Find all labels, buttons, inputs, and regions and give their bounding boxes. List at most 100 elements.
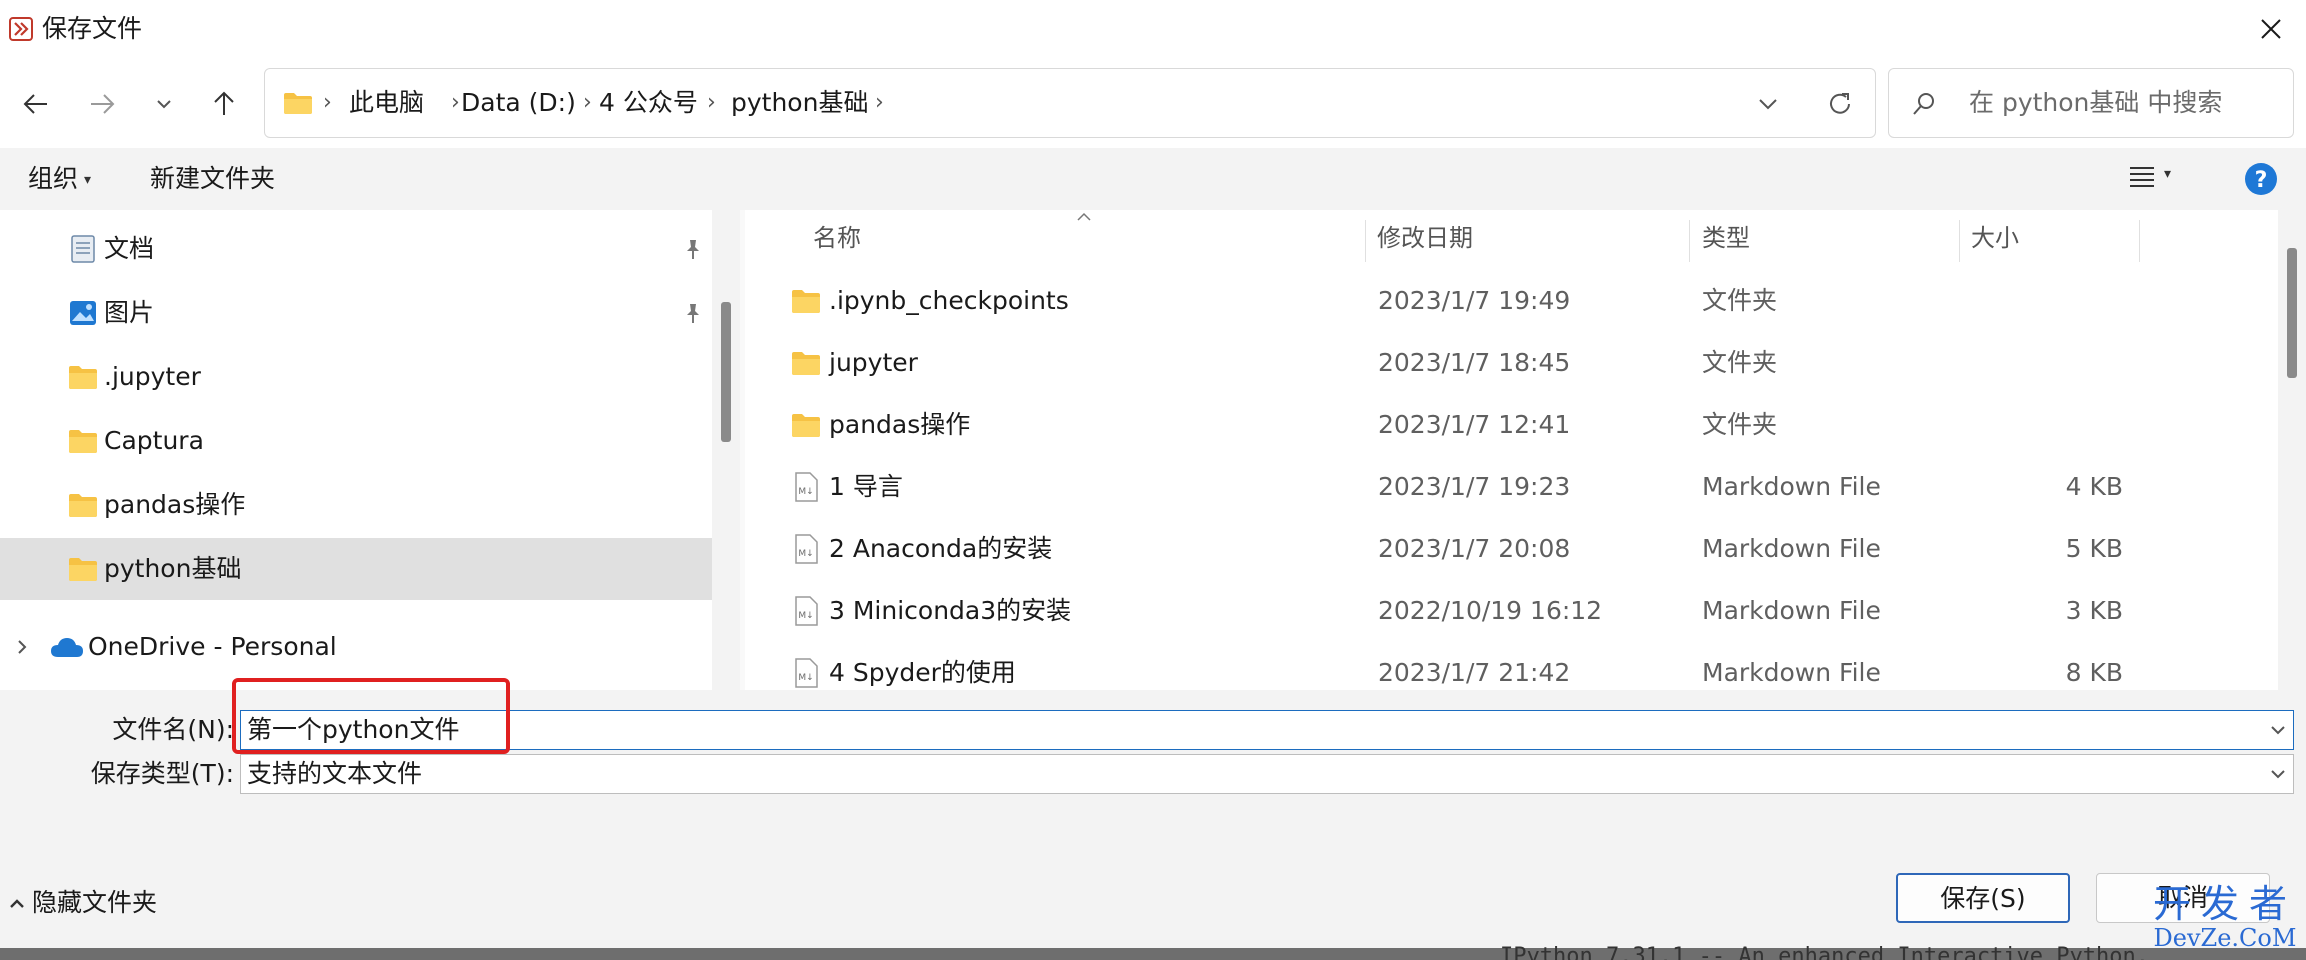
navigation-pane: 文档 图片 .jupyter Captura pandas操作 python基础… [0, 210, 740, 690]
folder-icon [792, 290, 820, 313]
file-row[interactable]: .ipynb_checkpoints 2023/1/7 19:49 文件夹 [745, 270, 2275, 332]
address-bar[interactable]: › 此电脑 › Data (D:) › 4 公众号 › python基础 › [264, 68, 1876, 138]
nav-item-documents[interactable]: 文档 [0, 218, 712, 280]
filetype-select[interactable]: 支持的文本文件 [240, 754, 2294, 794]
nav-item-captura[interactable]: Captura [0, 410, 712, 472]
file-row[interactable]: jupyter 2023/1/7 18:45 文件夹 [745, 332, 2275, 394]
file-type: 文件夹 [1702, 410, 1778, 439]
nav-item-label: .jupyter [104, 362, 201, 391]
breadcrumb-this-pc[interactable]: 此电脑 [349, 69, 424, 137]
refresh-icon[interactable] [1827, 91, 1853, 117]
file-name: pandas操作 [829, 410, 971, 439]
file-date: 2023/1/7 19:49 [1378, 286, 1571, 315]
chevron-up-icon [10, 899, 24, 908]
chevron-right-icon[interactable] [14, 638, 30, 656]
column-header-type[interactable]: 类型 [1702, 210, 1750, 266]
chevron-down-icon[interactable] [2269, 721, 2287, 739]
breadcrumb-python-basics[interactable]: python基础 [731, 69, 868, 137]
arrow-right-icon [91, 94, 115, 114]
nav-item-label: OneDrive - Personal [88, 632, 337, 661]
nav-item-jupyter[interactable]: .jupyter [0, 346, 712, 408]
file-size: 5 KB [2065, 534, 2123, 563]
search-placeholder: 在 python基础 中搜索 [1969, 88, 2223, 117]
cancel-button[interactable]: 取消 [2096, 873, 2270, 923]
column-divider[interactable] [1689, 220, 1690, 262]
file-name: jupyter [829, 348, 918, 377]
folder-icon [69, 366, 97, 389]
caret-down-icon: ▾ [2164, 166, 2172, 182]
file-row[interactable]: pandas操作 2023/1/7 12:41 文件夹 [745, 394, 2275, 456]
nav-item-label: python基础 [104, 554, 242, 583]
search-icon [1913, 93, 1934, 115]
column-divider[interactable] [1959, 220, 1960, 262]
filelist-scrollbar[interactable] [2278, 210, 2306, 690]
organize-menu-button[interactable]: 组织 ▾ [28, 148, 91, 210]
close-button[interactable] [2236, 0, 2306, 58]
breadcrumb-gongzhonghao[interactable]: 4 公众号 [599, 69, 698, 137]
breadcrumb-separator: › [875, 90, 884, 115]
file-row[interactable]: M↓ 1 导言 2023/1/7 19:23 Markdown File 4 K… [745, 456, 2275, 518]
file-type: Markdown File [1702, 472, 1881, 501]
arrow-left-icon [23, 94, 47, 114]
column-header-name[interactable]: 名称 [813, 210, 861, 266]
command-toolbar: 组织 ▾ 新建文件夹 ▾ ? [0, 148, 2306, 210]
chevron-down-icon[interactable] [2269, 765, 2287, 783]
file-type: Markdown File [1702, 596, 1881, 625]
folder-icon [284, 93, 312, 114]
svg-text:?: ? [2255, 168, 2268, 193]
svg-text:M↓: M↓ [798, 487, 813, 497]
breadcrumb-separator: › [583, 90, 592, 115]
nav-item-label: 文档 [104, 234, 155, 263]
pin-icon[interactable] [682, 238, 704, 260]
filelist-scrollbar-thumb[interactable] [2287, 248, 2297, 378]
filename-value: 第一个python文件 [247, 715, 460, 744]
navigation-row: › 此电脑 › Data (D:) › 4 公众号 › python基础 › 在… [0, 58, 2306, 148]
column-header-size[interactable]: 大小 [1971, 210, 2019, 266]
column-divider[interactable] [1365, 220, 1366, 262]
forward-button[interactable] [78, 80, 126, 128]
file-name: .ipynb_checkpoints [829, 286, 1069, 315]
view-options-button[interactable]: ▾ [2128, 164, 2178, 194]
help-icon[interactable]: ? [2244, 162, 2278, 196]
pin-icon[interactable] [682, 302, 704, 324]
nav-item-onedrive[interactable]: OneDrive - Personal [0, 616, 712, 678]
list-view-icon [2130, 167, 2154, 187]
back-button[interactable] [12, 80, 60, 128]
file-row[interactable]: M↓ 3 Miniconda3的安装 2022/10/19 16:12 Mark… [745, 580, 2275, 642]
file-name: 2 Anaconda的安装 [829, 534, 1053, 563]
nav-item-pandas[interactable]: pandas操作 [0, 474, 712, 536]
folder-icon [69, 558, 97, 581]
document-icon [71, 235, 95, 263]
breadcrumb-drive-d[interactable]: Data (D:) [461, 69, 576, 137]
nav-item-pictures[interactable]: 图片 [0, 282, 712, 344]
address-history-chevron-icon[interactable] [1757, 93, 1779, 115]
markdown-file-icon: M↓ [795, 658, 818, 688]
file-date: 2023/1/7 18:45 [1378, 348, 1571, 377]
save-button[interactable]: 保存(S) [1896, 873, 2070, 923]
app-icon [9, 17, 33, 41]
nav-item-python-basics[interactable]: python基础 [0, 538, 712, 600]
folder-icon [792, 352, 820, 375]
up-button[interactable] [200, 80, 248, 128]
markdown-file-icon: M↓ [795, 472, 818, 502]
recent-locations-button[interactable] [140, 80, 188, 128]
breadcrumb-separator: › [707, 90, 716, 115]
file-name: 3 Miniconda3的安装 [829, 596, 1072, 625]
filename-input[interactable]: 第一个python文件 [240, 710, 2294, 750]
hide-folders-label: 隐藏文件夹 [32, 888, 158, 917]
navpane-scrollbar[interactable] [712, 210, 740, 690]
column-divider[interactable] [2139, 220, 2140, 262]
svg-text:M↓: M↓ [798, 611, 813, 621]
file-row[interactable]: M↓ 2 Anaconda的安装 2023/1/7 20:08 Markdown… [745, 518, 2275, 580]
file-size [1963, 270, 2123, 332]
navpane-scrollbar-thumb[interactable] [721, 302, 731, 442]
picture-icon [70, 301, 96, 325]
search-input[interactable]: 在 python基础 中搜索 [1888, 68, 2294, 138]
window-title: 保存文件 [42, 14, 143, 43]
svg-text:M↓: M↓ [798, 673, 813, 683]
new-folder-button[interactable]: 新建文件夹 [150, 148, 275, 210]
column-header-date[interactable]: 修改日期 [1377, 210, 1473, 266]
caret-down-icon: ▾ [84, 172, 92, 188]
file-type: 文件夹 [1702, 286, 1778, 315]
hide-folders-toggle[interactable]: 隐藏文件夹 [8, 880, 157, 926]
